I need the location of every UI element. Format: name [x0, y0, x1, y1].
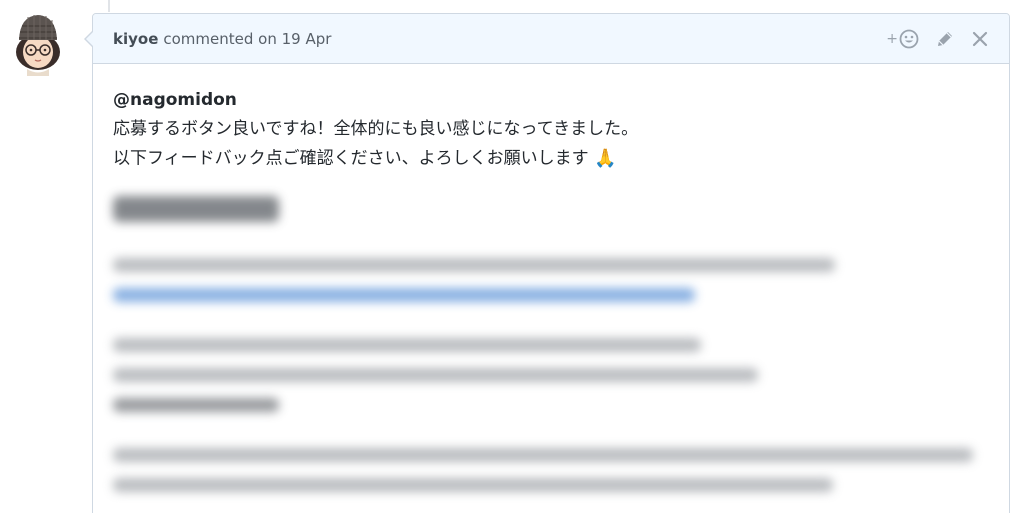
redacted-link[interactable]	[113, 287, 695, 302]
pencil-icon	[938, 31, 952, 46]
redacted-line	[113, 397, 279, 412]
comment-line-1: 応募するボタン良いですね！全体的にも良い感じになってきました。	[113, 119, 639, 139]
delete-comment-button[interactable]	[971, 30, 989, 48]
redacted-line	[113, 367, 758, 382]
redacted-line	[113, 257, 835, 272]
comment-actions: +	[886, 29, 989, 49]
plus-icon: +	[886, 30, 898, 47]
comment-author[interactable]: kiyoe	[113, 30, 158, 48]
comment-body: @nagomidon 応募するボタン良いですね！全体的にも良い感じになってきまし…	[93, 64, 1009, 492]
mention-link[interactable]: @nagomidon	[113, 86, 989, 115]
comment-line-2-text: 以下フィードバック点ご確認ください、よろしくお願いします	[113, 148, 589, 169]
smiley-face-icon	[899, 29, 919, 48]
folded-hands-icon: 🙏	[594, 148, 617, 169]
add-reaction-button[interactable]: +	[886, 29, 919, 49]
avatar-illustration	[16, 15, 60, 76]
redacted-content	[113, 195, 989, 492]
redacted-line	[113, 337, 701, 352]
redacted-line	[113, 447, 973, 462]
comment-thread: kiyoe commented on 19 Apr + @nagomidon 応…	[0, 0, 1024, 513]
close-icon	[972, 31, 988, 46]
comment-line-2: 以下フィードバック点ご確認ください、よろしくお願いします 🙏	[113, 144, 989, 174]
redacted-line	[113, 477, 833, 492]
redacted-heading	[113, 195, 279, 222]
comment-timestamp[interactable]: commented on 19 Apr	[163, 30, 331, 48]
comment-box: kiyoe commented on 19 Apr + @nagomidon 応…	[84, 13, 1010, 513]
comment-header: kiyoe commented on 19 Apr +	[93, 14, 1009, 64]
timeline-connector	[108, 0, 110, 12]
edit-comment-button[interactable]	[935, 29, 955, 49]
avatar[interactable]	[12, 12, 64, 76]
